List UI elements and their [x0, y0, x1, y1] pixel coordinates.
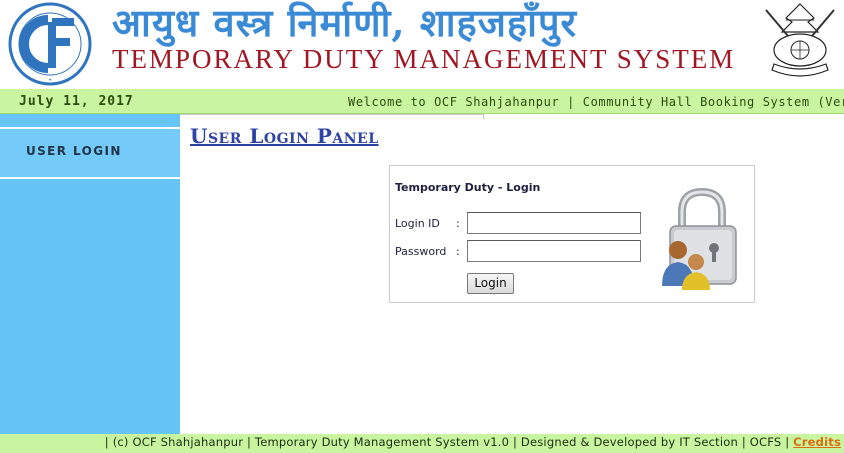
sidebar-item-user-login[interactable]: USER LOGIN [0, 129, 180, 179]
page-title: User Login Panel [190, 124, 379, 148]
login-id-label: Login ID [395, 217, 440, 230]
footer-text: | (c) OCF Shahjahanpur | Temporary Duty … [105, 435, 841, 449]
sidebar: USER LOGIN [0, 114, 180, 434]
footer-copyright: | (c) OCF Shahjahanpur | Temporary Duty … [104, 435, 794, 449]
footer: | (c) OCF Shahjahanpur | Temporary Duty … [0, 434, 844, 453]
welcome-ticker: Welcome to OCF Shahjahanpur | Community … [348, 95, 844, 109]
password-label: Password [395, 245, 447, 258]
login-id-colon: : [456, 217, 460, 230]
header: • आयुध वस्त्र निर्माणी, शाहजहाँपुर TEMPO… [0, 0, 844, 89]
content-top-rule [180, 114, 484, 119]
credits-link[interactable]: Credits [793, 435, 841, 449]
ocf-logo-icon: • [8, 2, 92, 86]
army-emblem-icon [765, 3, 835, 77]
site-title-hindi: आयुध वस्त्र निर्माणी, शाहजहाँपुर [112, 0, 578, 45]
sidebar-item-label: USER LOGIN [26, 144, 122, 158]
password-colon: : [456, 245, 460, 258]
login-panel-title: Temporary Duty - Login [395, 181, 541, 194]
current-date: July 11, 2017 [19, 94, 134, 109]
login-button[interactable]: Login [467, 273, 514, 294]
login-panel: Temporary Duty - Login Login ID : Passwo… [389, 165, 755, 303]
site-title-english: TEMPORARY DUTY MANAGEMENT SYSTEM [112, 44, 736, 74]
padlock-users-icon [662, 188, 737, 290]
login-id-field[interactable] [467, 212, 641, 234]
password-field[interactable] [467, 240, 641, 262]
info-bar: July 11, 2017 Welcome to OCF Shahjahanpu… [0, 89, 844, 114]
svg-text:•: • [48, 77, 52, 84]
